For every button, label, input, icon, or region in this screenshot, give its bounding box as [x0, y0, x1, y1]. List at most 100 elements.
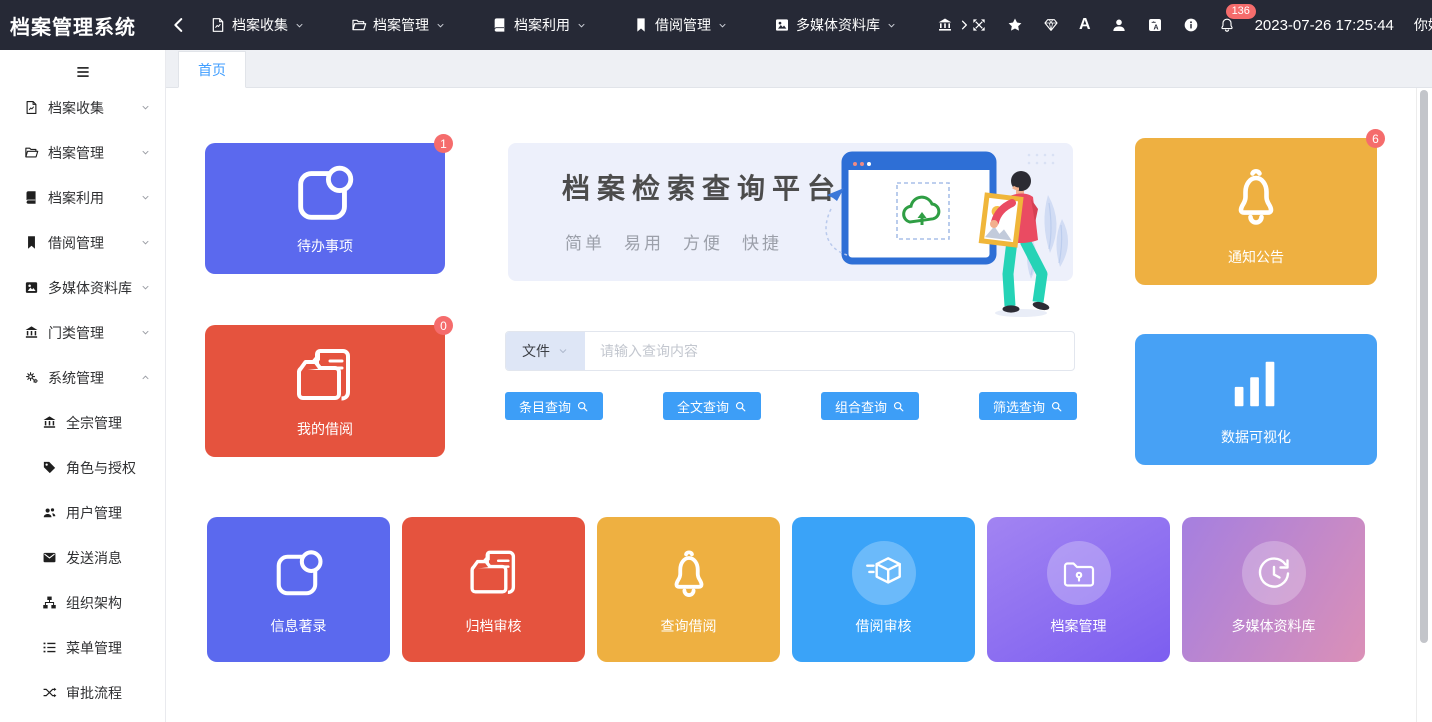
list-icon: [42, 640, 57, 655]
sidebar-item-collection[interactable]: 档案收集: [0, 85, 165, 130]
card-notice[interactable]: 6 通知公告: [1135, 138, 1377, 285]
sitemap-icon: [42, 595, 57, 610]
sidebar-item-management[interactable]: 档案管理: [0, 130, 165, 175]
sidebar-item-label: 系统管理: [48, 368, 140, 388]
button-label: 全文查询: [677, 397, 729, 416]
sidebar-item-label: 门类管理: [48, 323, 140, 343]
sidebar-item-label: 组织架构: [66, 593, 151, 613]
fulltext-query-button[interactable]: 全文查询: [663, 392, 761, 420]
notification-count-badge: 136: [1226, 4, 1256, 19]
badge-count: 6: [1366, 129, 1385, 148]
sidebar: 档案收集 档案管理 档案利用 借阅管理 多媒体资料库 门类管理 系统管理 全宗管…: [0, 50, 166, 722]
chevron-down-icon: [886, 20, 897, 31]
cogs-icon: [24, 370, 39, 385]
notification-bell[interactable]: 136: [1219, 16, 1235, 34]
clipboard-icon: [269, 543, 329, 603]
sidebar-item-label: 多媒体资料库: [48, 278, 140, 298]
chevron-down-icon: [294, 20, 305, 31]
banner-illustration: [815, 145, 1071, 319]
vertical-scrollbar-track: [1416, 88, 1432, 722]
search-input[interactable]: [585, 332, 1074, 370]
topnav-item-management[interactable]: 档案管理: [351, 15, 446, 35]
search-category-select[interactable]: 文件: [506, 332, 585, 370]
sidebar-item-borrowing[interactable]: 借阅管理: [0, 220, 165, 265]
sidebar-item-category[interactable]: 门类管理: [0, 310, 165, 355]
bell-icon: [1219, 160, 1293, 232]
button-label: 组合查询: [835, 397, 887, 416]
sidebar-item-users[interactable]: 用户管理: [0, 490, 165, 535]
user-greeting[interactable]: 你好 杨标: [1414, 15, 1432, 35]
entry-query-button[interactable]: 条目查询: [505, 392, 603, 420]
sidebar-system-submenu: 全宗管理 角色与授权 用户管理 发送消息 组织架构 菜单管理 审批流程: [0, 400, 165, 715]
icon-circle: [1242, 541, 1306, 605]
search-bar: 文件: [505, 331, 1075, 371]
topnav-item-label: 档案管理: [373, 15, 429, 35]
card-label: 查询借阅: [661, 616, 717, 636]
sidebar-collapse-icon[interactable]: [168, 14, 190, 36]
sidebar-item-menus[interactable]: 菜单管理: [0, 625, 165, 670]
shortcut-card-entry[interactable]: 信息著录: [207, 517, 390, 662]
topnav-item-collection[interactable]: 档案收集: [210, 15, 305, 35]
chevron-down-icon: [140, 102, 151, 113]
sidebar-item-system[interactable]: 系统管理: [0, 355, 165, 400]
main-content: 1 待办事项 档案检索查询平台 简单 易用 方便 快捷: [166, 88, 1432, 722]
bell-icon: [658, 543, 720, 603]
card-todo[interactable]: 1 待办事项: [205, 143, 445, 274]
card-label: 多媒体资料库: [1232, 616, 1316, 636]
sidebar-item-fonds[interactable]: 全宗管理: [0, 400, 165, 445]
fullscreen-icon[interactable]: [971, 17, 987, 33]
bookmark-icon: [24, 235, 39, 250]
chevron-right-icon[interactable]: [957, 18, 971, 32]
shortcut-card-borrow-query[interactable]: 查询借阅: [597, 517, 780, 662]
sidebar-item-label: 角色与授权: [66, 458, 151, 478]
sidebar-item-multimedia[interactable]: 多媒体资料库: [0, 265, 165, 310]
card-label: 信息著录: [271, 616, 327, 636]
gem-icon[interactable]: [1043, 17, 1059, 33]
combo-query-button[interactable]: 组合查询: [821, 392, 919, 420]
shortcut-card-multimedia[interactable]: 多媒体资料库: [1182, 517, 1365, 662]
sidebar-item-label: 借阅管理: [48, 233, 140, 253]
card-label: 我的借阅: [297, 419, 353, 439]
folder-open-icon: [24, 145, 39, 160]
card-data-visualization[interactable]: 数据可视化: [1135, 334, 1377, 465]
topnav-item-utilization[interactable]: 档案利用: [492, 15, 587, 35]
vertical-scrollbar-thumb[interactable]: [1420, 90, 1428, 643]
user-icon[interactable]: [1111, 17, 1127, 33]
topnav-item-label: 借阅管理: [655, 15, 711, 35]
navbar-actions: A 136 2023-07-26 17:25:44 你好 杨标: [971, 15, 1432, 35]
card-label: 待办事项: [297, 236, 353, 256]
sidebar-item-roles[interactable]: 角色与授权: [0, 445, 165, 490]
topnav-item-label: 档案利用: [514, 15, 570, 35]
banner-features: 简单 易用 方便 快捷: [565, 229, 782, 254]
topnav-item-category-partial[interactable]: [937, 17, 971, 33]
sidebar-item-label: 用户管理: [66, 503, 151, 523]
sidebar-item-messages[interactable]: 发送消息: [0, 535, 165, 580]
topnav-item-borrowing[interactable]: 借阅管理: [633, 15, 728, 35]
chevron-down-icon: [140, 327, 151, 338]
translate-icon[interactable]: [1147, 17, 1163, 33]
file-icon: [24, 100, 39, 115]
card-my-borrow[interactable]: 0 我的借阅: [205, 325, 445, 457]
feature-word: 简单: [565, 229, 605, 254]
sidebar-item-org[interactable]: 组织架构: [0, 580, 165, 625]
hamburger-menu-icon[interactable]: [74, 63, 92, 81]
tab-home[interactable]: 首页: [178, 51, 246, 88]
filter-query-button[interactable]: 筛选查询: [979, 392, 1077, 420]
info-icon[interactable]: [1183, 17, 1199, 33]
sidebar-item-utilization[interactable]: 档案利用: [0, 175, 165, 220]
shortcut-card-archive-manage[interactable]: 档案管理: [987, 517, 1170, 662]
star-icon[interactable]: [1007, 17, 1023, 33]
tab-label: 首页: [198, 60, 226, 80]
chevron-down-icon: [140, 147, 151, 158]
card-label: 通知公告: [1228, 247, 1284, 267]
chevron-down-icon: [140, 192, 151, 203]
datetime-display: 2023-07-26 17:25:44: [1255, 17, 1394, 34]
media-icon: [774, 17, 790, 33]
sidebar-item-workflow[interactable]: 审批流程: [0, 670, 165, 715]
shortcut-card-borrow-review[interactable]: 借阅审核: [792, 517, 975, 662]
badge-count: 0: [434, 316, 453, 335]
shortcut-card-archive-review[interactable]: 归档审核: [402, 517, 585, 662]
topnav-item-multimedia[interactable]: 多媒体资料库: [774, 15, 897, 35]
sidebar-item-label: 档案利用: [48, 188, 140, 208]
font-size-icon[interactable]: A: [1079, 17, 1091, 33]
